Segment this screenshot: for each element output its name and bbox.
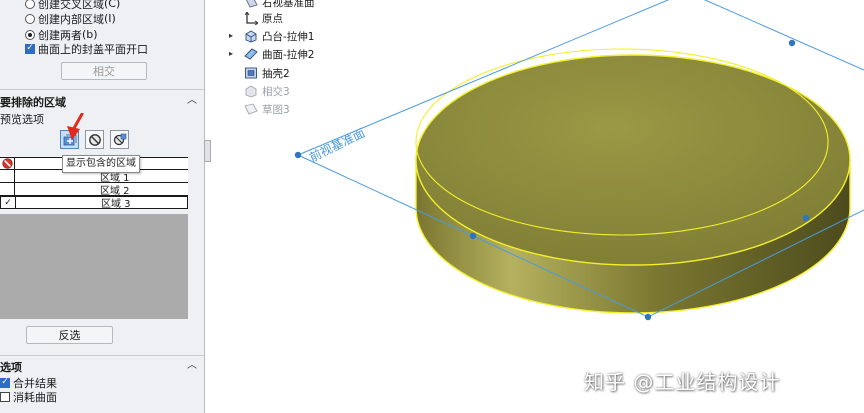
plane-label: 前视基准面 [307, 125, 368, 165]
disc-model[interactable] [415, 48, 851, 314]
graphics-viewport[interactable]: 前视基准面 [0, 0, 864, 413]
watermark-text: 知乎 @工业结构设计 [584, 370, 781, 394]
